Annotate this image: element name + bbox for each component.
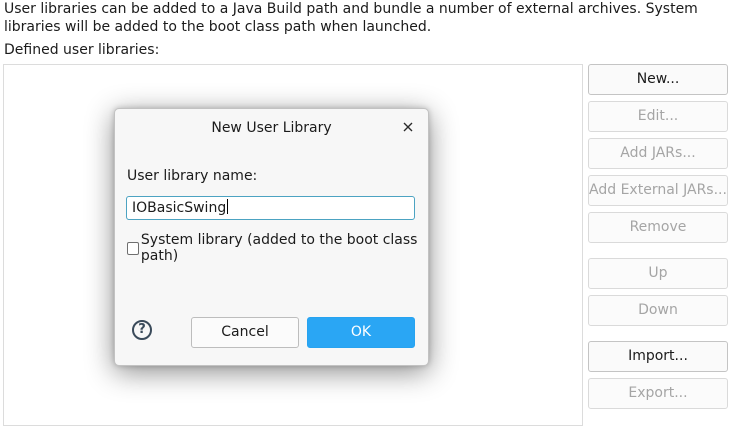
help-icon[interactable]: ?	[132, 320, 152, 340]
library-name-value: IOBasicSwing	[132, 200, 227, 216]
down-button[interactable]: Down	[588, 295, 728, 326]
system-library-option[interactable]: System library (added to the boot class …	[127, 232, 428, 264]
import-button[interactable]: Import...	[588, 341, 728, 372]
library-name-input[interactable]: IOBasicSwing	[126, 196, 415, 220]
new-user-library-dialog: New User Library User library name: IOBa…	[114, 108, 429, 366]
edit-button[interactable]: Edit...	[588, 101, 728, 132]
library-name-label: User library name:	[127, 168, 258, 184]
system-library-checkbox[interactable]	[127, 241, 139, 255]
ok-button[interactable]: OK	[307, 317, 415, 348]
defined-libraries-label: Defined user libraries:	[4, 42, 160, 58]
dialog-title: New User Library	[211, 120, 332, 136]
remove-button[interactable]: Remove	[588, 212, 728, 243]
cancel-button[interactable]: Cancel	[191, 317, 299, 348]
description-text: User libraries can be added to a Java Bu…	[4, 1, 698, 35]
add-external-jars-button[interactable]: Add External JARs...	[588, 175, 728, 206]
export-button[interactable]: Export...	[588, 378, 728, 409]
add-jars-button[interactable]: Add JARs...	[588, 138, 728, 169]
text-caret	[227, 199, 229, 214]
close-icon[interactable]	[399, 118, 417, 136]
up-button[interactable]: Up	[588, 258, 728, 289]
new-button[interactable]: New...	[588, 64, 728, 95]
system-library-label: System library (added to the boot class …	[140, 232, 418, 264]
